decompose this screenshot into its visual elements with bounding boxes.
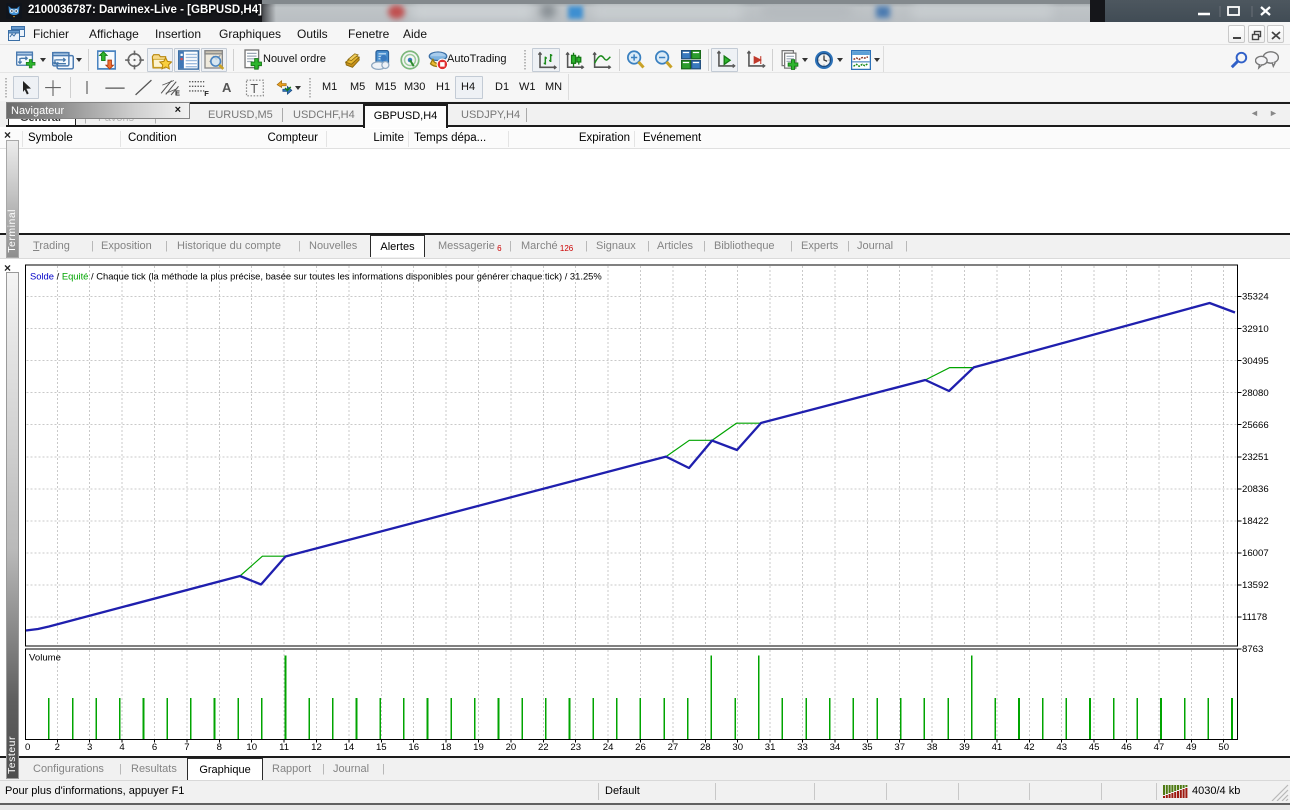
svg-text:11178: 11178: [1242, 612, 1267, 623]
svg-text:30495: 30495: [1242, 356, 1269, 367]
svg-text:32910: 32910: [1242, 324, 1269, 335]
svg-text:19: 19: [473, 742, 484, 753]
svg-text:Volume: Volume: [29, 653, 61, 664]
svg-text:4: 4: [119, 742, 125, 753]
svg-text:20836: 20836: [1242, 484, 1269, 495]
svg-text:22: 22: [538, 742, 549, 753]
svg-text:23: 23: [570, 742, 581, 753]
svg-text:25666: 25666: [1242, 420, 1269, 431]
svg-text:35324: 35324: [1242, 292, 1269, 303]
svg-text:28080: 28080: [1242, 388, 1269, 399]
svg-text:41: 41: [992, 742, 1003, 753]
svg-text:28: 28: [700, 742, 711, 753]
svg-text:34: 34: [830, 742, 841, 753]
svg-text:Solde / Equité / Chaque tick (: Solde / Equité / Chaque tick (la méthode…: [30, 271, 602, 282]
svg-text:0: 0: [25, 742, 30, 753]
svg-text:14: 14: [344, 742, 355, 753]
svg-text:24: 24: [603, 742, 614, 753]
svg-text:6: 6: [152, 742, 157, 753]
svg-text:42: 42: [1024, 742, 1035, 753]
svg-text:8: 8: [217, 742, 222, 753]
svg-text:26: 26: [635, 742, 646, 753]
svg-text:23251: 23251: [1242, 452, 1269, 463]
svg-text:50: 50: [1218, 742, 1229, 753]
svg-text:13592: 13592: [1242, 580, 1269, 591]
svg-text:18: 18: [441, 742, 452, 753]
svg-text:46: 46: [1121, 742, 1132, 753]
svg-text:11: 11: [279, 742, 289, 753]
svg-text:37: 37: [894, 742, 905, 753]
svg-text:43: 43: [1056, 742, 1067, 753]
svg-text:33: 33: [797, 742, 808, 753]
svg-text:20: 20: [506, 742, 517, 753]
svg-text:30: 30: [732, 742, 743, 753]
svg-text:15: 15: [376, 742, 387, 753]
svg-text:2: 2: [55, 742, 60, 753]
svg-text:47: 47: [1154, 742, 1165, 753]
svg-text:18422: 18422: [1242, 516, 1269, 527]
svg-text:27: 27: [668, 742, 679, 753]
svg-text:16: 16: [408, 742, 419, 753]
svg-text:12: 12: [311, 742, 322, 753]
svg-text:39: 39: [959, 742, 970, 753]
svg-text:31: 31: [765, 742, 776, 753]
svg-text:49: 49: [1186, 742, 1197, 753]
svg-text:10: 10: [246, 742, 257, 753]
svg-text:3: 3: [87, 742, 92, 753]
svg-text:8763: 8763: [1242, 644, 1263, 655]
svg-text:38: 38: [927, 742, 938, 753]
svg-text:16007: 16007: [1242, 548, 1269, 559]
svg-text:45: 45: [1089, 742, 1100, 753]
svg-text:35: 35: [862, 742, 873, 753]
svg-text:7: 7: [184, 742, 189, 753]
